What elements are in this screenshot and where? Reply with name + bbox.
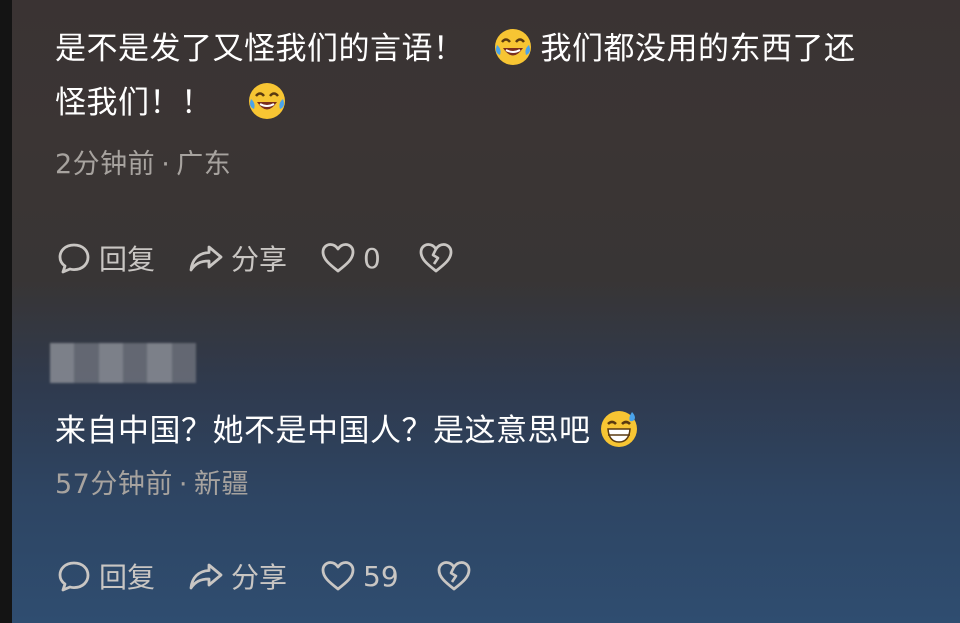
broken-heart-icon [437, 561, 471, 591]
comment-meta: 57分钟前 · 新疆 [55, 462, 960, 501]
comment-time: 57分钟前 [55, 469, 173, 500]
comment-actions: 回复 分享 0 [55, 238, 487, 278]
meta-separator: · [178, 469, 188, 500]
laughing-crying-emoji-icon [248, 83, 285, 119]
chat-bubble-icon [58, 561, 90, 592]
comment-location: 新疆 [193, 469, 249, 500]
comment-text-part: 我们都没用的东西了还 [540, 31, 856, 67]
broken-heart-icon [419, 243, 453, 273]
reply-button[interactable]: 回复 [55, 556, 155, 596]
comment-text-line: 是不是发了又怪我们的言语！ 我们都没用的东西了还 [55, 22, 960, 76]
comment-meta: 2分钟前 · 广东 [55, 142, 960, 181]
grinning-sweat-emoji-icon [600, 411, 637, 447]
like-button[interactable]: 59 [319, 557, 399, 595]
like-count: 0 [363, 241, 381, 275]
dislike-button[interactable] [417, 239, 455, 277]
comment-actions: 回复 分享 59 [55, 556, 505, 596]
share-button[interactable]: 分享 [187, 556, 287, 596]
share-label: 分享 [231, 243, 288, 276]
laughing-crying-emoji-icon [494, 29, 531, 65]
share-label: 分享 [231, 561, 288, 594]
chat-bubble-icon [58, 243, 90, 274]
comment-text-part: 是不是发了又怪我们的言语！ [55, 31, 465, 67]
reply-label: 回复 [99, 243, 156, 276]
comment-location: 广东 [176, 149, 232, 180]
share-arrow-icon [189, 563, 223, 590]
heart-icon [321, 243, 355, 273]
comment-time: 2分钟前 [55, 149, 156, 180]
reply-label: 回复 [99, 561, 156, 594]
comment-item: 是不是发了又怪我们的言语！ 我们都没用的东西了还 怪我们！！ 2分钟前 · 广东 [55, 22, 960, 181]
reply-button[interactable]: 回复 [55, 238, 155, 278]
comment-text-line: 来自中国？她不是中国人？是这意思吧 [55, 404, 960, 458]
heart-icon [321, 561, 355, 591]
comment-text-part: 来自中国？她不是中国人？是这意思吧 [55, 413, 591, 449]
left-edge-strip [0, 0, 12, 623]
comment-text-part: 怪我们！！ [55, 85, 213, 121]
blurred-username [50, 343, 196, 383]
share-arrow-icon [189, 245, 223, 272]
comment-text-line: 怪我们！！ [55, 76, 960, 130]
dislike-button[interactable] [435, 557, 473, 595]
meta-separator: · [161, 149, 171, 180]
like-button[interactable]: 0 [319, 239, 381, 277]
share-button[interactable]: 分享 [187, 238, 287, 278]
comment-item: 来自中国？她不是中国人？是这意思吧 57分钟前 · 新疆 [55, 404, 960, 501]
like-count: 59 [363, 559, 399, 593]
